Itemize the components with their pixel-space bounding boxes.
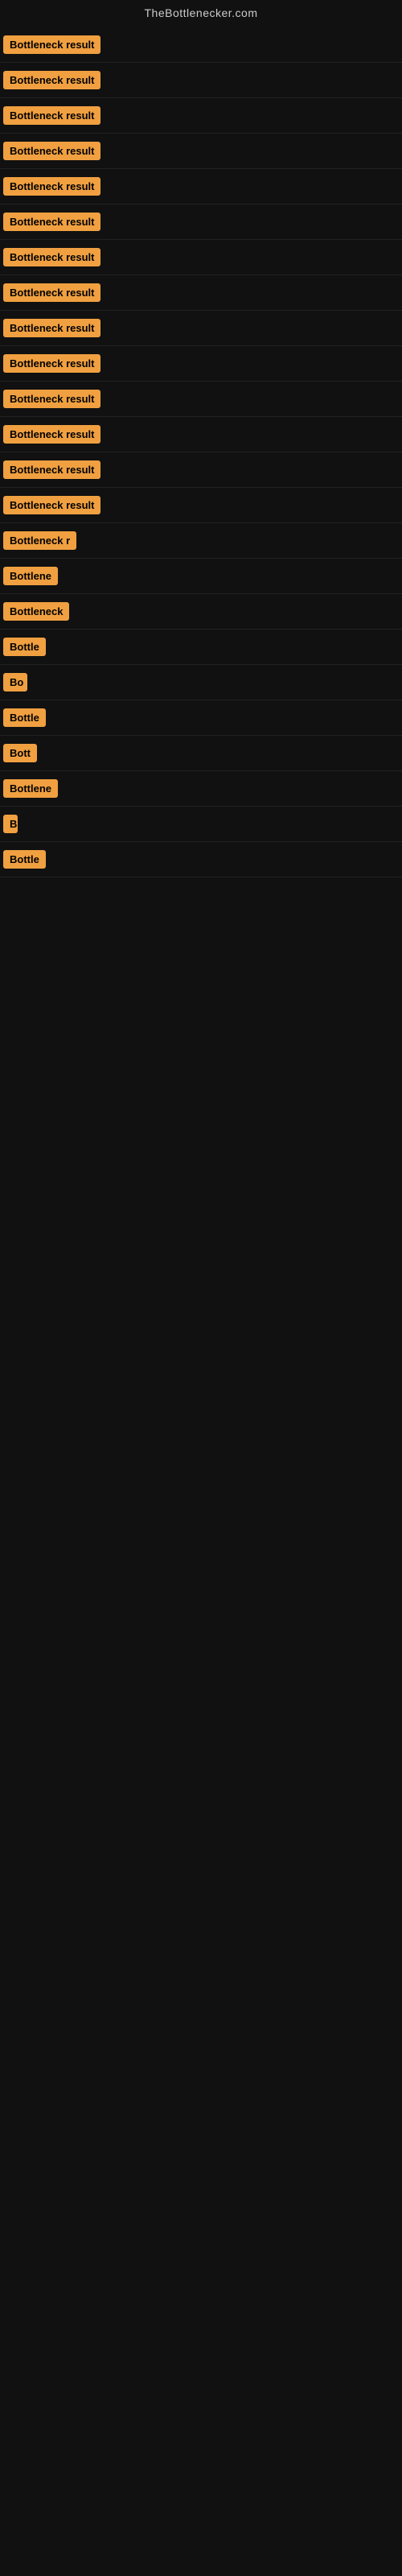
badge-row: Bottleneck result xyxy=(0,204,402,240)
bottleneck-badge[interactable]: Bottleneck result xyxy=(3,213,100,231)
badge-row: Bottlene xyxy=(0,771,402,807)
bottleneck-badge[interactable]: Bottleneck r xyxy=(3,531,76,550)
bottleneck-badge[interactable]: Bottle xyxy=(3,638,46,656)
bottleneck-badge[interactable]: B xyxy=(3,815,18,833)
bottleneck-badge[interactable]: Bottleneck result xyxy=(3,460,100,479)
badge-row: Bottleneck result xyxy=(0,134,402,169)
bottleneck-badge[interactable]: Bottleneck result xyxy=(3,35,100,54)
badge-row: Bottleneck result xyxy=(0,382,402,417)
badge-row: Bottleneck result xyxy=(0,169,402,204)
badge-row: Bottlene xyxy=(0,559,402,594)
badge-row: Bottleneck result xyxy=(0,27,402,63)
badge-row: Bottleneck result xyxy=(0,452,402,488)
badge-row: Bottleneck result xyxy=(0,98,402,134)
badge-row: Bottleneck result xyxy=(0,275,402,311)
badge-row: Bottleneck xyxy=(0,594,402,630)
bottleneck-badge[interactable]: Bottleneck result xyxy=(3,390,100,408)
badge-row: Bottleneck result xyxy=(0,311,402,346)
bottleneck-badge[interactable]: Bott xyxy=(3,744,37,762)
badge-row: Bo xyxy=(0,665,402,700)
bottleneck-badge[interactable]: Bottleneck result xyxy=(3,283,100,302)
bottleneck-badge[interactable]: Bottleneck result xyxy=(3,106,100,125)
badge-row: Bottle xyxy=(0,842,402,877)
badge-row: Bottleneck r xyxy=(0,523,402,559)
bottleneck-badge[interactable]: Bo xyxy=(3,673,27,691)
badge-row: Bott xyxy=(0,736,402,771)
bottleneck-badge[interactable]: Bottleneck result xyxy=(3,142,100,160)
bottleneck-badge[interactable]: Bottleneck result xyxy=(3,354,100,373)
badge-row: Bottleneck result xyxy=(0,488,402,523)
bottleneck-badge[interactable]: Bottleneck result xyxy=(3,177,100,196)
bottleneck-badge[interactable]: Bottleneck result xyxy=(3,319,100,337)
badge-row: Bottleneck result xyxy=(0,417,402,452)
bottleneck-badge[interactable]: Bottle xyxy=(3,850,46,869)
bottleneck-badge[interactable]: Bottlene xyxy=(3,779,58,798)
badge-row: Bottleneck result xyxy=(0,240,402,275)
bottleneck-badge[interactable]: Bottleneck xyxy=(3,602,69,621)
site-title: TheBottlenecker.com xyxy=(0,0,402,27)
bottleneck-badge[interactable]: Bottleneck result xyxy=(3,248,100,266)
badge-row: Bottle xyxy=(0,700,402,736)
badge-row: B xyxy=(0,807,402,842)
bottleneck-badge[interactable]: Bottleneck result xyxy=(3,496,100,514)
bottleneck-badge[interactable]: Bottleneck result xyxy=(3,71,100,89)
bottleneck-badge[interactable]: Bottlene xyxy=(3,567,58,585)
badge-row: Bottleneck result xyxy=(0,346,402,382)
bottleneck-badge[interactable]: Bottle xyxy=(3,708,46,727)
bottleneck-badge[interactable]: Bottleneck result xyxy=(3,425,100,444)
badge-row: Bottleneck result xyxy=(0,63,402,98)
badge-row: Bottle xyxy=(0,630,402,665)
